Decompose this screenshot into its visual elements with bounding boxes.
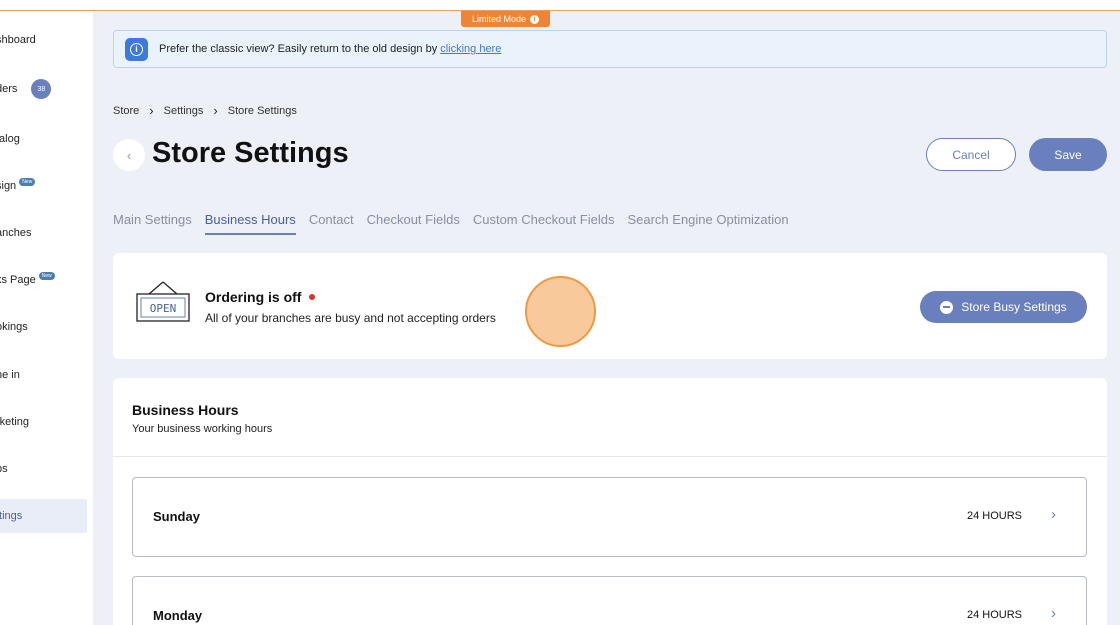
sidebar-item-label: anches xyxy=(0,227,32,239)
info-icon: i xyxy=(530,14,540,24)
day-row-monday[interactable]: Monday 24 HOURS › xyxy=(132,576,1087,625)
chevron-left-icon: ‹ xyxy=(126,147,132,163)
tab-business-hours[interactable]: Business Hours xyxy=(204,212,296,235)
ordering-title-text: Ordering is off xyxy=(205,289,302,305)
business-hours-title: Business Hours xyxy=(132,402,239,418)
sidebar-item-label: okings xyxy=(0,321,28,333)
sidebar-item-label: rketing xyxy=(0,416,30,428)
top-bar xyxy=(0,0,1120,11)
page-title: Store Settings xyxy=(152,137,349,169)
store-busy-settings-button[interactable]: Store Busy Settings xyxy=(920,291,1087,323)
limited-mode-badge[interactable]: Limited Mode i xyxy=(461,11,550,27)
day-name: Sunday xyxy=(153,509,200,524)
breadcrumb-current: Store Settings xyxy=(227,104,297,117)
tab-custom-checkout-fields[interactable]: Custom Checkout Fields xyxy=(473,212,615,235)
sidebar-item-label: sign xyxy=(0,180,17,192)
breadcrumb-settings[interactable]: Settings xyxy=(164,105,204,117)
info-icon: i xyxy=(125,37,148,61)
classic-view-banner: i Prefer the classic view? Easily return… xyxy=(113,30,1107,68)
sidebar-item-label: ps xyxy=(0,463,8,475)
divider xyxy=(113,456,1107,457)
sidebar-item-dine-in[interactable]: ne in xyxy=(0,358,93,392)
day-hours: 24 HOURS xyxy=(966,510,1022,522)
sidebar-item-label: ttings xyxy=(0,510,23,522)
sidebar: shboard ders38 talog signNew anches ks P… xyxy=(0,11,93,625)
sidebar-item-label: ders xyxy=(0,83,18,95)
business-hours-card: Business Hours Your business working hou… xyxy=(113,378,1107,625)
save-button[interactable]: Save xyxy=(1029,138,1107,171)
day-name: Monday xyxy=(153,608,203,623)
classic-view-link[interactable]: clicking here xyxy=(440,43,501,55)
cancel-button[interactable]: Cancel xyxy=(926,138,1016,171)
cursor-highlight xyxy=(525,276,596,347)
orders-count-badge: 38 xyxy=(31,79,52,99)
chevron-right-icon: › xyxy=(149,103,154,118)
chevron-right-icon: › xyxy=(1051,605,1056,622)
sidebar-item-branches[interactable]: anches xyxy=(0,216,93,250)
sidebar-item-label: ne in xyxy=(0,369,20,381)
tab-checkout-fields[interactable]: Checkout Fields xyxy=(367,212,460,235)
store-busy-label: Store Busy Settings xyxy=(961,300,1067,314)
sidebar-item-label: shboard xyxy=(0,34,36,46)
banner-text: Prefer the classic view? Easily return t… xyxy=(159,43,438,55)
sidebar-item-marketing[interactable]: rketing xyxy=(0,405,93,439)
open-sign-text: OPEN xyxy=(150,302,177,315)
ordering-title: Ordering is off xyxy=(205,289,316,305)
day-row-sunday[interactable]: Sunday 24 HOURS › xyxy=(132,477,1087,557)
ordering-subtitle: All of your branches are busy and not ac… xyxy=(205,311,496,325)
sidebar-item-catalog[interactable]: talog xyxy=(0,122,93,156)
tab-contact[interactable]: Contact xyxy=(309,212,354,235)
sidebar-item-dashboard[interactable]: shboard xyxy=(0,23,93,57)
chevron-right-icon: › xyxy=(1051,506,1056,523)
sidebar-item-label: ks Page xyxy=(0,274,36,286)
day-hours: 24 HOURS xyxy=(966,609,1022,621)
sidebar-item-orders[interactable]: ders 38 xyxy=(0,72,93,106)
sidebar-item-apps[interactable]: ps xyxy=(0,452,93,486)
sidebar-item-settings[interactable]: ttings xyxy=(0,499,87,533)
sidebar-item-links-page[interactable]: ks PageNew xyxy=(0,263,93,297)
breadcrumb: Store › Settings › Store Settings xyxy=(113,103,297,118)
breadcrumb-store[interactable]: Store xyxy=(113,105,139,117)
sidebar-item-bookings[interactable]: okings xyxy=(0,310,93,344)
tab-seo[interactable]: Search Engine Optimization xyxy=(627,212,788,235)
sidebar-item-label: talog xyxy=(0,133,20,145)
business-hours-subtitle: Your business working hours xyxy=(132,423,273,435)
settings-tabs: Main Settings Business Hours Contact Che… xyxy=(113,212,789,235)
sidebar-item-design[interactable]: signNew xyxy=(0,169,93,203)
ordering-status-card: OPEN Ordering is off All of your branche… xyxy=(113,253,1107,359)
limited-mode-label: Limited Mode xyxy=(471,14,527,24)
status-dot xyxy=(309,294,316,300)
chevron-right-icon: › xyxy=(213,103,218,118)
tab-main-settings[interactable]: Main Settings xyxy=(113,212,192,235)
back-button[interactable]: ‹ xyxy=(113,139,145,171)
open-sign-icon: OPEN xyxy=(136,281,190,322)
minus-circle-icon xyxy=(940,300,954,314)
new-tag: New xyxy=(38,272,55,280)
new-tag: New xyxy=(19,178,36,186)
